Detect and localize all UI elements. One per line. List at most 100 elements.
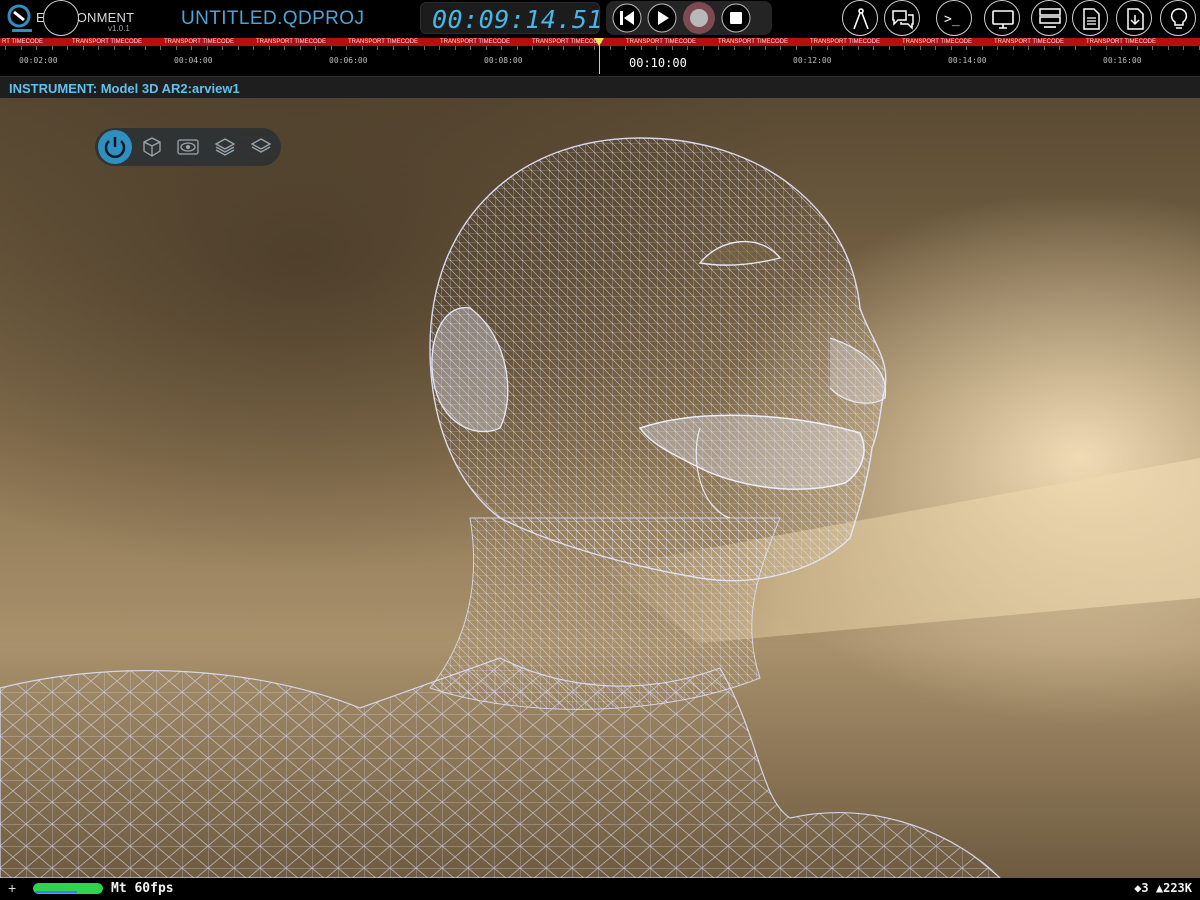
timeline-tick [439, 46, 440, 50]
power-icon [104, 137, 126, 158]
download-document-button[interactable] [1116, 0, 1152, 36]
timeline-tick [827, 46, 828, 50]
timeline-tick [98, 46, 99, 50]
timeline-tick [191, 46, 192, 50]
instrument-panel: INSTRUMENT: Model 3D AR2:arview1 [0, 76, 1200, 900]
timeline-tick [687, 46, 688, 50]
instrument-toolbar [95, 128, 281, 166]
timeline-tick [269, 46, 270, 50]
timeline-current-label: 00:10:00 [629, 56, 687, 70]
skip-back-icon [612, 3, 642, 33]
timeline-tick [563, 46, 564, 50]
power-button[interactable] [98, 130, 132, 164]
timeline-ticks [0, 46, 1200, 52]
timeline-tick [842, 46, 843, 50]
timeline-tick [765, 46, 766, 50]
timeline-tick [811, 46, 812, 50]
timeline-tick [346, 46, 347, 50]
timeline-tick [52, 46, 53, 50]
timeline-tick [83, 46, 84, 50]
meter-secondary [35, 891, 77, 893]
timeline[interactable]: RT TIMECODE TRANSPORT TIMECODE TRANSPORT… [0, 38, 1200, 74]
top-bar: ENVIRONMENT v1.0.1 UNTITLED.QDPROJ 00:09… [0, 0, 1200, 38]
timeline-tick [734, 46, 735, 50]
timeline-tick [1075, 46, 1076, 50]
timeline-label: 00:02:00 [19, 56, 58, 65]
timeline-tick [470, 46, 471, 50]
timeline-tick [780, 46, 781, 50]
lightbulb-button[interactable] [1160, 0, 1196, 36]
strip-label: TRANSPORT TIMECODE [440, 39, 511, 45]
timeline-tick [625, 46, 626, 50]
add-button[interactable]: + [8, 880, 16, 896]
timeline-tick [145, 46, 146, 50]
timeline-tick [1013, 46, 1014, 50]
skip-back-button[interactable] [612, 3, 642, 33]
ar-viewport[interactable] [0, 98, 1200, 878]
terminal-button[interactable]: >_ [936, 0, 972, 36]
timeline-tick [997, 46, 998, 50]
timeline-tick [904, 46, 905, 50]
cube-button[interactable] [137, 132, 167, 162]
timeline-tick [486, 46, 487, 50]
logo-icon [7, 4, 32, 32]
strip-label: TRANSPORT TIMECODE [718, 39, 789, 45]
timeline-tick [284, 46, 285, 50]
timecode-value: 00:09:14.51 [432, 5, 604, 34]
timecode-display[interactable]: 00:09:14.51 [420, 2, 604, 34]
monitor-icon [992, 10, 1014, 29]
eye-button[interactable] [173, 132, 203, 162]
layers-alt-button[interactable] [246, 132, 276, 162]
stop-button[interactable] [721, 3, 751, 33]
svg-text:>_: >_ [944, 12, 960, 27]
timeline-tick [641, 46, 642, 50]
layers-button[interactable] [210, 132, 240, 162]
timeline-tick [238, 46, 239, 50]
timeline-tick [951, 46, 952, 50]
timeline-tick [594, 46, 595, 50]
strip-label: RT TIMECODE [2, 39, 44, 45]
timeline-tick [36, 46, 37, 50]
record-button[interactable] [682, 1, 716, 35]
timeline-tick [703, 46, 704, 50]
timeline-tick [1106, 46, 1107, 50]
playhead-handle[interactable] [594, 38, 604, 46]
fps-readout: Mt 60fps [111, 881, 174, 896]
timeline-tick [21, 46, 22, 50]
timeline-tick [532, 46, 533, 50]
timeline-tick [424, 46, 425, 50]
timeline-label: 00:06:00 [329, 56, 368, 65]
lightbulb-icon [1170, 8, 1188, 29]
timeline-tick [1090, 46, 1091, 50]
record-icon [683, 2, 715, 34]
document-button[interactable] [1072, 0, 1108, 36]
strip-label: TRANSPORT TIMECODE [532, 39, 603, 45]
list-monitor-button[interactable] [1031, 0, 1067, 36]
timeline-tick [796, 46, 797, 50]
strip-label: TRANSPORT TIMECODE [256, 39, 327, 45]
timeline-tick [548, 46, 549, 50]
timeline-tick [5, 46, 6, 50]
project-title[interactable]: UNTITLED.QDPROJ [181, 8, 364, 30]
timeline-tick [362, 46, 363, 50]
strip-label: TRANSPORT TIMECODE [902, 39, 973, 45]
timeline-tick [966, 46, 967, 50]
timeline-tick [300, 46, 301, 50]
timeline-tick [920, 46, 921, 50]
chat-button[interactable] [884, 0, 920, 36]
wireframe-model [0, 137, 1200, 878]
strip-label: TRANSPORT TIMECODE [348, 39, 419, 45]
play-button[interactable] [647, 3, 677, 33]
document-icon [1083, 8, 1100, 30]
eye-icon [177, 139, 199, 155]
timeline-tick [176, 46, 177, 50]
monitor-button[interactable] [984, 0, 1020, 36]
compass-button[interactable] [842, 0, 878, 36]
timeline-tick [408, 46, 409, 50]
timeline-tick [858, 46, 859, 50]
list-monitor-icon [1039, 8, 1061, 28]
timeline-tick [160, 46, 161, 50]
terminal-icon: >_ [944, 12, 960, 27]
layers-icon [214, 138, 236, 156]
timeline-tick [517, 46, 518, 50]
